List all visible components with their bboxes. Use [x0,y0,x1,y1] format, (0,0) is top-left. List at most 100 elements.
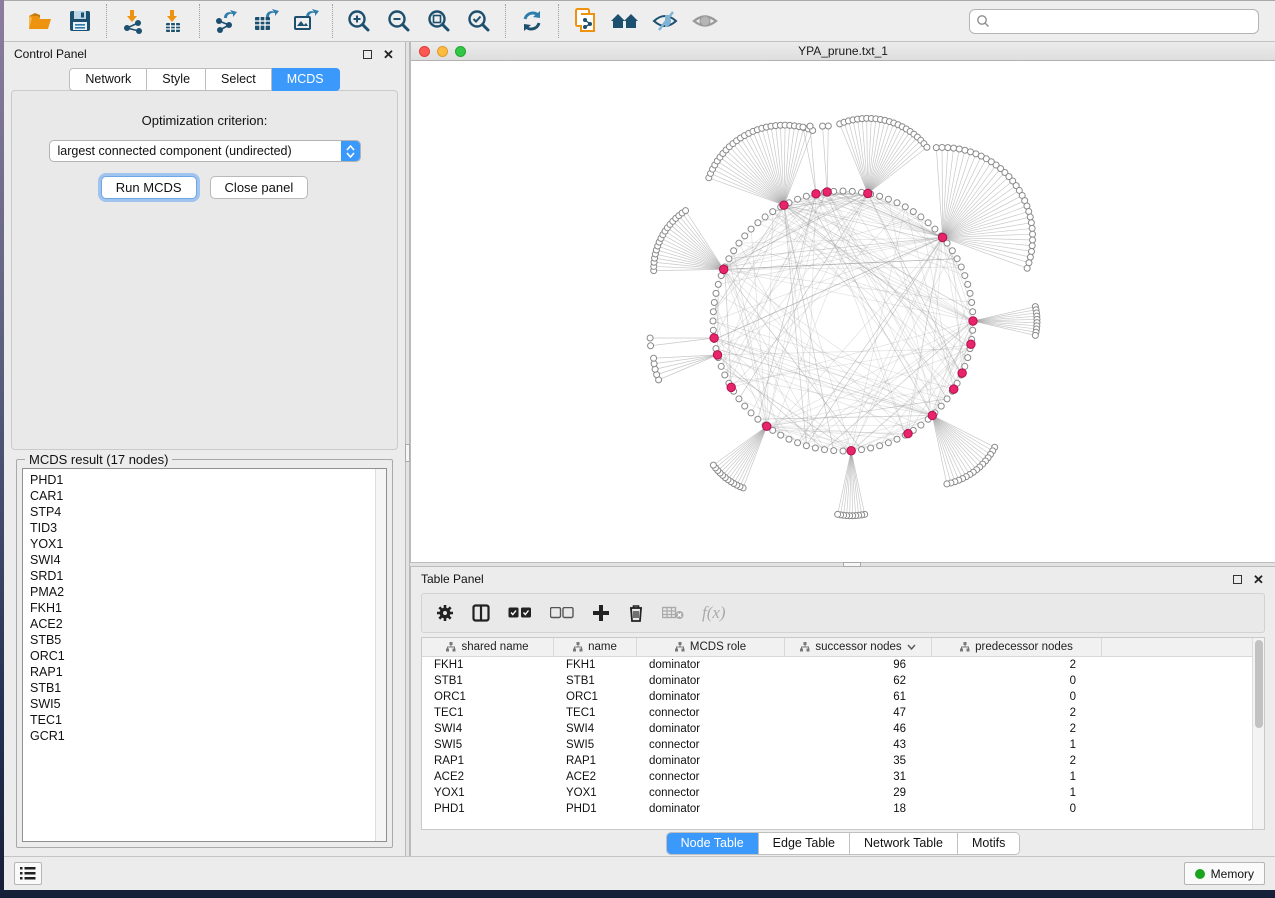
optimization-criterion-label: Optimization criterion: [12,113,397,128]
vertical-splitter[interactable] [405,42,410,856]
show-columns-icon[interactable] [472,604,490,622]
tab-motifs[interactable]: Motifs [958,833,1019,854]
table-row[interactable]: SWI5SWI5connector431 [422,737,1252,753]
mcds-result-item[interactable]: TEC1 [30,712,375,728]
mcds-result-item[interactable]: RAP1 [30,664,375,680]
open-session-icon[interactable] [23,4,57,38]
mcds-result-item[interactable]: PHD1 [30,472,375,488]
task-history-button[interactable] [14,862,42,885]
save-session-icon[interactable] [63,4,97,38]
column-header-predecessor-nodes[interactable]: predecessor nodes [932,638,1102,656]
delete-column-icon[interactable] [628,604,644,622]
mcds-result-item[interactable]: PMA2 [30,584,375,600]
scrollbar-thumb[interactable] [1255,640,1263,728]
table-row[interactable]: SWI4SWI4dominator462 [422,721,1252,737]
table-cell: 62 [785,673,932,689]
mcds-result-item[interactable]: STB1 [30,680,375,696]
table-cell [1102,657,1252,673]
refresh-icon[interactable] [515,4,549,38]
table-row[interactable]: STB1STB1dominator620 [422,673,1252,689]
tab-mcds[interactable]: MCDS [272,68,340,91]
column-header-name[interactable]: name [554,638,637,656]
close-panel-icon[interactable]: ✕ [1252,573,1265,586]
table-cell: SWI4 [422,721,554,737]
mcds-result-item[interactable]: STB5 [30,632,375,648]
deselect-all-rows-icon[interactable] [550,607,574,619]
horizontal-splitter[interactable] [410,562,1275,567]
run-mcds-button[interactable]: Run MCDS [101,176,197,199]
mcds-result-item[interactable]: CAR1 [30,488,375,504]
table-tabs: Node TableEdge TableNetwork TableMotifs [666,832,1021,855]
tab-select[interactable]: Select [206,68,272,91]
table-row[interactable]: PHD1PHD1dominator180 [422,801,1252,817]
tab-node-table[interactable]: Node Table [667,833,759,854]
first-neighbors-icon[interactable] [608,4,642,38]
export-network-icon[interactable] [209,4,243,38]
zoom-selected-icon[interactable] [462,4,496,38]
network-canvas[interactable] [411,61,1275,562]
import-table-icon[interactable] [156,4,190,38]
mcds-result-item[interactable]: FKH1 [30,600,375,616]
mcds-result-item[interactable]: SWI5 [30,696,375,712]
show-graphics-details-icon[interactable] [688,4,722,38]
delete-table-icon[interactable] [662,606,684,620]
optimization-criterion-dropdown[interactable]: largest connected component (undirected) [49,140,361,162]
table-cell: 31 [785,769,932,785]
tab-network-table[interactable]: Network Table [850,833,958,854]
table-row[interactable]: RAP1RAP1dominator352 [422,753,1252,769]
column-header-successor-nodes[interactable]: successor nodes [785,638,932,656]
table-row[interactable]: ORC1ORC1dominator610 [422,689,1252,705]
close-panel-button[interactable]: Close panel [210,176,309,199]
tab-edge-table[interactable]: Edge Table [759,833,850,854]
table-cell [1102,705,1252,721]
float-panel-icon[interactable] [1231,573,1244,586]
column-header-shared-name[interactable]: shared name [422,638,554,656]
table-row[interactable]: YOX1YOX1connector291 [422,785,1252,801]
table-cell: ACE2 [422,769,554,785]
table-cell: 0 [932,673,1102,689]
export-table-icon[interactable] [249,4,283,38]
share-document-icon[interactable] [568,4,602,38]
hide-graphics-details-icon[interactable] [648,4,682,38]
status-bar: Memory [4,856,1275,890]
table-row[interactable]: TEC1TEC1connector472 [422,705,1252,721]
tab-style[interactable]: Style [147,68,206,91]
zoom-out-icon[interactable] [382,4,416,38]
table-settings-gear-icon[interactable] [436,604,454,622]
table-toolbar: f(x) [421,593,1265,633]
table-row[interactable]: FKH1FKH1dominator962 [422,657,1252,673]
mcds-result-item[interactable]: YOX1 [30,536,375,552]
table-row[interactable]: ACE2ACE2connector311 [422,769,1252,785]
column-header-MCDS-role[interactable]: MCDS role [637,638,785,656]
search-input[interactable] [990,14,1252,28]
splitter-grip[interactable] [843,562,861,567]
mcds-result-item[interactable]: GCR1 [30,728,375,744]
close-panel-icon[interactable]: ✕ [382,48,395,61]
column-type-icon [573,642,583,652]
tab-network[interactable]: Network [69,68,147,91]
mcds-result-item[interactable]: SRD1 [30,568,375,584]
task-list-icon [20,867,36,880]
mcds-list-scrollbar[interactable] [375,469,386,841]
table-cell: dominator [637,801,785,817]
select-all-rows-icon[interactable] [508,607,532,619]
zoom-in-icon[interactable] [342,4,376,38]
memory-button[interactable]: Memory [1184,862,1265,885]
splitter-grip[interactable] [405,444,410,462]
zoom-fit-icon[interactable] [422,4,456,38]
mcds-result-item[interactable]: TID3 [30,520,375,536]
function-builder-icon[interactable]: f(x) [702,603,726,623]
float-panel-icon[interactable] [361,48,374,61]
mcds-result-item[interactable]: ACE2 [30,616,375,632]
table-cell: 1 [932,785,1102,801]
export-image-icon[interactable] [289,4,323,38]
table-cell: 2 [932,753,1102,769]
mcds-result-item[interactable]: SWI4 [30,552,375,568]
create-column-icon[interactable] [592,604,610,622]
import-network-icon[interactable] [116,4,150,38]
table-scrollbar[interactable] [1252,638,1264,829]
table-cell: 0 [932,689,1102,705]
table-cell: SWI4 [554,721,637,737]
mcds-result-item[interactable]: ORC1 [30,648,375,664]
mcds-result-item[interactable]: STP4 [30,504,375,520]
